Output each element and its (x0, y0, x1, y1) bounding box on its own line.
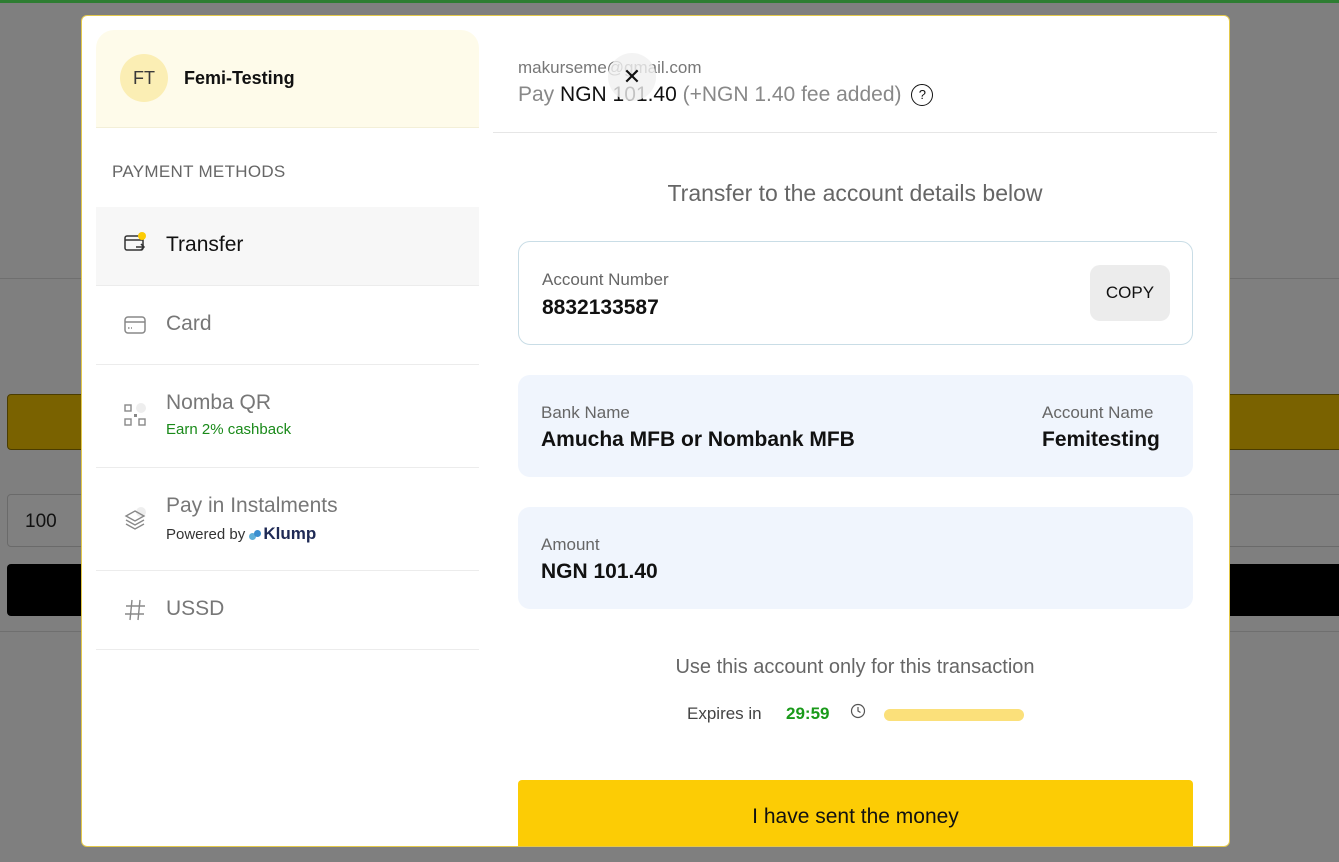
bank-details-card: Bank Name Amucha MFB or Nombank MFB Acco… (518, 375, 1193, 477)
help-icon[interactable]: ? (911, 84, 934, 107)
account-number-card: Account Number 8832133587 COPY (518, 241, 1193, 345)
countdown-timer: 29:59 (786, 704, 830, 723)
method-label: Nomba QR (166, 391, 272, 414)
sidebar: FT Femi-Testing PAYMENT METHODS Transfer (96, 30, 479, 650)
method-transfer[interactable]: Transfer (96, 207, 479, 286)
close-icon: ✕ (622, 64, 642, 89)
qr-code-icon (124, 403, 146, 426)
fee-note: (+NGN 1.40 fee added) (682, 83, 902, 106)
account-name-label: Account Name (1042, 403, 1154, 422)
cashback-note: Earn 2% cashback (166, 421, 292, 438)
powered-by-label: Powered by (166, 526, 246, 543)
method-nomba-qr[interactable]: Nomba QR Earn 2% cashback (96, 365, 479, 468)
card-icon (124, 316, 146, 334)
payment-panel: makurseme@gmail.com Pay NGN 101.40 (+NGN… (493, 30, 1217, 846)
hash-icon (125, 599, 145, 621)
merchant-header: FT Femi-Testing (96, 30, 479, 128)
method-card[interactable]: Card (96, 286, 479, 365)
amount-label: Amount (541, 535, 600, 554)
account-name-value: Femitesting (1042, 428, 1160, 451)
account-number-label: Account Number (542, 270, 669, 289)
expiry-progress-bar (884, 709, 1024, 721)
method-label: Pay in Instalments (166, 494, 338, 517)
method-ussd[interactable]: USSD (96, 571, 479, 650)
background-amount-value: 100 (25, 511, 57, 532)
method-pay-in-instalments[interactable]: Pay in Instalments Powered by Klump (96, 468, 479, 571)
copy-button[interactable]: COPY (1090, 265, 1170, 321)
expires-label: Expires in (687, 704, 762, 723)
method-label: USSD (166, 597, 225, 620)
header-divider (493, 132, 1217, 133)
merchant-avatar: FT (120, 54, 168, 102)
sent-money-button[interactable]: I have sent the money (518, 780, 1193, 846)
klump-brand: Klump (263, 524, 317, 543)
close-button[interactable]: ✕ (608, 53, 656, 101)
expiry-progress-fill (884, 709, 1024, 721)
bank-name-label: Bank Name (541, 403, 630, 422)
clock-icon (850, 703, 866, 719)
pay-prefix: Pay (518, 83, 555, 106)
amount-value: NGN 101.40 (541, 560, 658, 583)
pay-summary: Pay NGN 101.40 (+NGN 1.40 fee added) ? (518, 83, 934, 107)
bank-transfer-icon (124, 232, 146, 251)
single-use-note: Use this account only for this transacti… (675, 656, 1035, 678)
method-label: Transfer (166, 233, 244, 256)
method-label: Card (166, 312, 212, 335)
payment-methods-title: PAYMENT METHODS (112, 162, 286, 181)
powered-by: Powered by Klump (166, 524, 316, 544)
bank-name-value: Amucha MFB or Nombank MFB (541, 428, 855, 451)
page-top-border (0, 0, 1339, 3)
amount-card: Amount NGN 101.40 (518, 507, 1193, 609)
checkout-modal: FT Femi-Testing PAYMENT METHODS Transfer (81, 15, 1230, 847)
klump-logo-icon (249, 530, 263, 541)
payment-methods-list: Transfer Card Nomba QR Earn 2% cashback … (96, 207, 479, 650)
layers-icon (124, 507, 146, 530)
transfer-heading: Transfer to the account details below (667, 180, 1043, 206)
merchant-name: Femi-Testing (184, 68, 295, 88)
account-number-value: 8832133587 (542, 296, 659, 319)
